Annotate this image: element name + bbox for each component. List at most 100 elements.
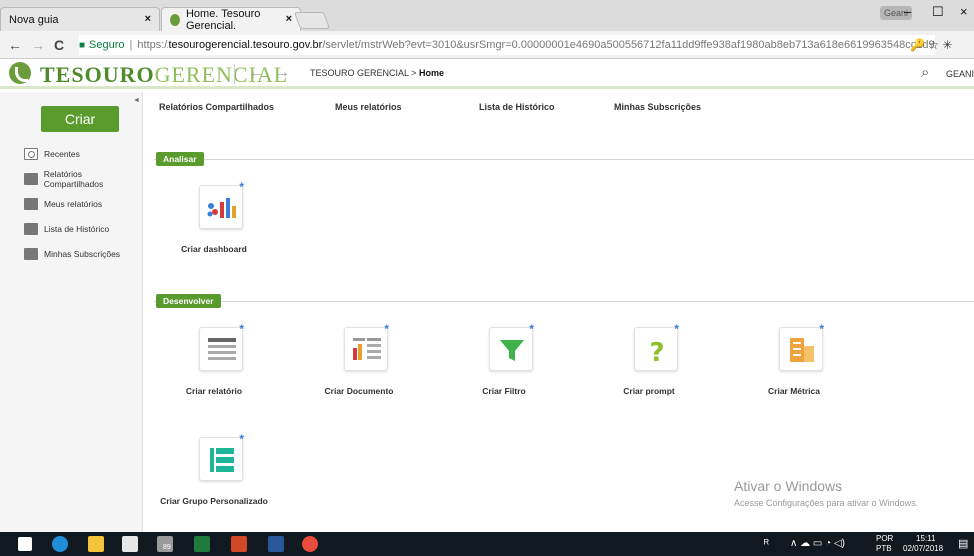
create-filter-tile[interactable]: * Criar Filtro bbox=[449, 322, 559, 407]
new-marker: * bbox=[239, 322, 244, 336]
people-icon[interactable]: ᴿ bbox=[764, 538, 769, 550]
forward-arrow-icon[interactable]: → bbox=[31, 37, 45, 53]
tab-title: Home. Tesouro Gerencial. bbox=[185, 7, 261, 32]
tesouro-favicon-icon bbox=[170, 13, 180, 26]
tesouro-logo-icon bbox=[9, 62, 31, 84]
maximize-icon[interactable]: ☐ bbox=[932, 4, 944, 20]
chrome-icon[interactable] bbox=[302, 536, 318, 552]
section-title-desenvolver: Desenvolver bbox=[156, 294, 221, 308]
tab-minhas-subscricoes[interactable]: Minhas Subscrições bbox=[614, 102, 701, 112]
app-header: TESOUROGERENCIAL ← → TESOURO GERENCIAL >… bbox=[0, 59, 974, 89]
sidebar-item-lista-de-historico[interactable]: Lista de Histórico bbox=[24, 221, 109, 237]
history-list-icon bbox=[24, 223, 38, 235]
language-indicator-bottom[interactable]: PTB bbox=[876, 544, 892, 553]
url-path: /servlet/mstrWeb?evt=3010&usrSmgr=0.0000… bbox=[322, 39, 935, 51]
omnibox-actions-icon[interactable]: 🔑 ☆ ✳ bbox=[910, 38, 952, 52]
tray-icons[interactable]: ∧ ☁ ▭ ◔ ◁) bbox=[790, 538, 845, 549]
create-document-tile[interactable]: * Criar Documento bbox=[304, 322, 414, 407]
create-metric-tile[interactable]: * Criar Métrica bbox=[739, 322, 849, 407]
tile-label: Criar prompt bbox=[623, 386, 675, 396]
sidebar-item-label: Relatórios Compartilhados bbox=[43, 169, 104, 189]
shared-reports-icon bbox=[24, 173, 38, 185]
section-title-analisar: Analisar bbox=[156, 152, 204, 166]
tile-label: Criar Filtro bbox=[482, 386, 526, 396]
close-icon[interactable]: × bbox=[286, 13, 292, 25]
header-divider bbox=[234, 64, 235, 84]
store-icon[interactable] bbox=[122, 536, 138, 552]
mail-icon[interactable]: 89 bbox=[157, 536, 173, 552]
sidebar-item-label: Meus relatórios bbox=[44, 199, 103, 209]
file-explorer-icon[interactable] bbox=[88, 536, 104, 552]
section-divider bbox=[154, 301, 974, 302]
windows-start-icon[interactable] bbox=[18, 537, 32, 551]
sidebar-item-label: Recentes bbox=[44, 149, 80, 159]
address-bar-input[interactable]: ■ Seguro | https:// tesourogerencial.tes… bbox=[79, 35, 935, 55]
user-menu[interactable]: GEANI bbox=[946, 69, 974, 79]
sidebar-item-recentes[interactable]: Recentes bbox=[24, 146, 80, 162]
windows-taskbar: 89 ᴿ ∧ ☁ ▭ ◔ ◁) POR PTB 15:11 02/07/2018… bbox=[0, 532, 974, 556]
create-report-tile[interactable]: * Criar relatório bbox=[159, 322, 269, 407]
svg-text:?: ? bbox=[649, 338, 664, 368]
tab-nova-guia[interactable]: Nova guia × bbox=[0, 7, 160, 31]
edge-icon[interactable] bbox=[52, 536, 68, 552]
close-icon[interactable]: × bbox=[145, 13, 151, 25]
activation-watermark-title: Ativar o Windows bbox=[734, 478, 843, 494]
logo-strong-text: TESOURO bbox=[40, 62, 155, 87]
sidebar-item-meus-relatorios[interactable]: Meus relatórios bbox=[24, 196, 102, 212]
excel-icon[interactable] bbox=[194, 536, 210, 552]
url-host: tesourogerencial.tesouro.gov.br bbox=[168, 39, 323, 51]
forward-arrow-icon[interactable]: → bbox=[274, 64, 290, 82]
sidebar-item-label: Minhas Subscrições bbox=[44, 249, 121, 259]
activation-watermark-subtitle: Acesse Configurações para ativar o Windo… bbox=[734, 498, 919, 508]
create-custom-group-tile[interactable]: * Criar Grupo Personalizado bbox=[159, 432, 269, 517]
back-arrow-icon[interactable]: ← bbox=[8, 37, 22, 53]
tab-relatorios-compartilhados[interactable]: Relatórios Compartilhados bbox=[159, 102, 274, 112]
notifications-icon[interactable]: ▤ bbox=[958, 537, 968, 550]
browser-tab-strip: Nova guia × Home. Tesouro Gerencial. × G… bbox=[0, 0, 974, 32]
browser-toolbar: ← → C ■ Seguro | https:// tesourogerenci… bbox=[0, 31, 974, 59]
sidebar-item-label: Lista de Histórico bbox=[44, 224, 110, 234]
reload-icon[interactable]: C bbox=[54, 37, 64, 53]
document-icon: * bbox=[344, 322, 389, 371]
address-separator: | bbox=[129, 39, 133, 51]
new-marker: * bbox=[674, 322, 679, 336]
clock-date[interactable]: 02/07/2018 bbox=[903, 544, 943, 553]
create-prompt-tile[interactable]: * ? Criar prompt bbox=[594, 322, 704, 407]
tab-lista-de-historico[interactable]: Lista de Histórico bbox=[479, 102, 555, 112]
metric-icon: * bbox=[779, 322, 824, 371]
breadcrumb: TESOURO GERENCIAL > Home bbox=[310, 68, 444, 78]
window-close-icon[interactable]: × bbox=[960, 4, 968, 19]
new-marker: * bbox=[384, 322, 389, 336]
section-divider bbox=[154, 159, 974, 160]
collapse-sidebar-icon[interactable]: ◄ bbox=[133, 97, 140, 104]
powerpoint-icon[interactable] bbox=[231, 536, 247, 552]
word-icon[interactable] bbox=[268, 536, 284, 552]
sidebar: ◄ Criar Recentes Relatórios Compartilhad… bbox=[0, 92, 143, 532]
url-protocol: https:// bbox=[137, 39, 169, 51]
tile-label: Criar Grupo Personalizado bbox=[160, 496, 268, 506]
custom-group-icon: * bbox=[199, 432, 244, 481]
new-marker: * bbox=[819, 322, 824, 336]
tile-label: Criar Documento bbox=[324, 386, 394, 396]
tile-label: Criar dashboard bbox=[181, 244, 247, 254]
back-arrow-icon[interactable]: ← bbox=[248, 64, 264, 82]
sidebar-item-relatorios-compartilhados[interactable]: Relatórios Compartilhados bbox=[24, 169, 142, 189]
main-content: Relatórios Compartilhados Meus relatório… bbox=[144, 92, 974, 532]
new-marker: * bbox=[239, 180, 244, 194]
create-button[interactable]: Criar bbox=[41, 106, 119, 132]
tab-meus-relatorios[interactable]: Meus relatórios bbox=[335, 102, 402, 112]
new-tab-button[interactable] bbox=[293, 12, 331, 29]
breadcrumb-root[interactable]: TESOURO GERENCIAL > bbox=[310, 68, 419, 78]
search-icon[interactable]: ⌕ bbox=[921, 64, 929, 81]
new-marker: * bbox=[239, 432, 244, 446]
tile-label: Criar Métrica bbox=[768, 386, 820, 396]
language-indicator-top[interactable]: POR bbox=[876, 534, 893, 543]
create-dashboard-tile[interactable]: * Criar dashboard bbox=[159, 180, 269, 265]
sidebar-item-minhas-subscricoes[interactable]: Minhas Subscrições bbox=[24, 246, 120, 262]
tab-home-tesouro[interactable]: Home. Tesouro Gerencial. × bbox=[161, 7, 301, 32]
minimize-icon[interactable]: – bbox=[904, 4, 911, 19]
report-icon: * bbox=[199, 322, 244, 371]
clock-time[interactable]: 15:11 bbox=[916, 534, 935, 543]
new-marker: * bbox=[529, 322, 534, 336]
tab-title: Nova guia bbox=[9, 13, 59, 26]
